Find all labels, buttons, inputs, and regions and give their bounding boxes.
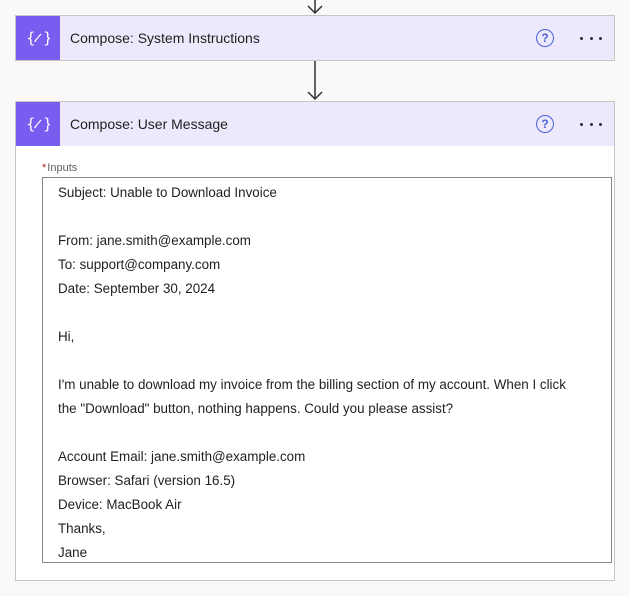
help-icon[interactable]: ? [536, 29, 554, 47]
dot-icon [599, 36, 602, 40]
svg-text:}: } [43, 29, 50, 47]
dot-icon [599, 122, 602, 126]
connector-arrow [305, 61, 325, 101]
action-title: Compose: User Message [70, 116, 228, 132]
svg-text:}: } [43, 115, 50, 133]
svg-text:{: { [26, 115, 36, 133]
svg-text:{: { [26, 29, 36, 47]
text-line: From: jane.smith@example.com [58, 233, 251, 248]
text-line: Account Email: jane.smith@example.com [58, 449, 306, 464]
compose-icon: { } [16, 16, 60, 60]
text-line: Date: September 30, 2024 [58, 281, 216, 296]
help-icon[interactable]: ? [536, 115, 554, 133]
text-line: Subject: Unable to Download Invoice [58, 185, 277, 200]
action-card-header[interactable]: { } Compose: User Message ? [16, 102, 614, 146]
more-options-button[interactable] [580, 28, 602, 48]
arrow-down-icon [307, 61, 323, 101]
inputs-label: *Inputs [42, 162, 600, 175]
dot-icon [580, 36, 583, 40]
required-marker: * [42, 162, 47, 174]
text-line: Thanks, [58, 521, 106, 536]
text-line: Hi, [58, 329, 75, 344]
compose-icon: { } [16, 102, 60, 146]
text-line: Device: MacBook Air [58, 497, 182, 512]
action-card-body: *Inputs Subject: Unable to Download Invo… [16, 162, 614, 563]
text-line [58, 205, 605, 229]
action-card-user-message[interactable]: { } Compose: User Message ? *Inputs Subj… [15, 101, 615, 581]
inputs-label-text: Inputs [47, 162, 78, 174]
text-line: Jane [58, 545, 88, 560]
text-line [58, 301, 605, 325]
arrow-down-icon [307, 0, 323, 15]
dot-icon [589, 36, 593, 40]
dot-icon [580, 122, 583, 126]
text-line: Browser: Safari (version 16.5) [58, 473, 236, 488]
text-line: To: support@company.com [58, 257, 221, 272]
dot-icon [589, 122, 593, 126]
text-line: I'm unable to download my invoice from t… [58, 377, 566, 392]
more-options-button[interactable] [580, 114, 602, 134]
action-card-header[interactable]: { } Compose: System Instructions ? [16, 16, 614, 60]
text-line: the "Download" button, nothing happens. … [58, 401, 454, 416]
action-title: Compose: System Instructions [70, 30, 260, 46]
action-card-system-instructions[interactable]: { } Compose: System Instructions ? [15, 15, 615, 61]
text-line [58, 421, 605, 445]
text-line [58, 349, 605, 373]
inputs-textarea[interactable]: Subject: Unable to Download Invoice From… [42, 177, 612, 563]
connector-arrow-top [305, 0, 325, 15]
